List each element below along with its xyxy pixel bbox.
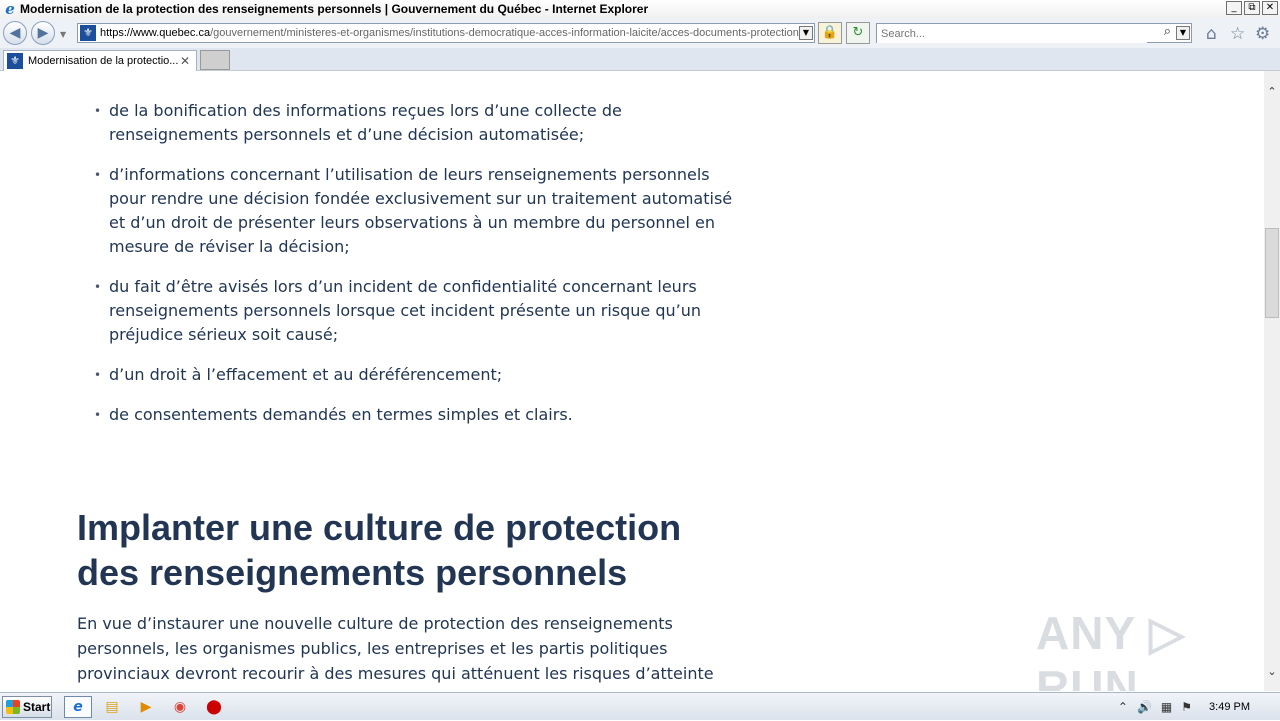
action-center-flag-icon[interactable]: ⚑ xyxy=(1181,700,1192,714)
volume-icon[interactable]: 🔊 xyxy=(1137,700,1152,714)
tray-expand-icon[interactable]: ⌃ xyxy=(1118,700,1128,714)
window-controls: _ ⧉ ✕ xyxy=(1226,1,1278,15)
window-title: Modernisation de la protection des rense… xyxy=(20,2,649,16)
refresh-button[interactable]: ↻ xyxy=(846,22,870,44)
home-icon[interactable]: ⌂ xyxy=(1206,24,1217,44)
url-path: /gouvernement/ministeres-et-organismes/i… xyxy=(210,27,799,39)
scroll-thumb[interactable] xyxy=(1265,228,1279,318)
page-content: de la bonification des informations reçu… xyxy=(0,71,1264,691)
vertical-scrollbar[interactable]: ⌃ ⌄ xyxy=(1264,71,1280,691)
close-window-button[interactable]: ✕ xyxy=(1262,1,1278,15)
ie-logo-icon: e xyxy=(5,0,15,18)
tools-gear-icon[interactable]: ⚙ xyxy=(1255,24,1270,44)
minimize-button[interactable]: _ xyxy=(1226,1,1242,15)
anyrun-watermark: ANY ▷ RUN xyxy=(1036,607,1186,691)
tab-active[interactable]: ⚜ Modernisation de la protectio... ✕ xyxy=(3,50,197,71)
list-item: d’un droit à l’effacement et au déréfére… xyxy=(94,363,734,387)
search-icon[interactable]: ⌕ xyxy=(1164,24,1171,39)
search-box[interactable]: ⌕ ▼ xyxy=(876,23,1192,43)
tab-bar: ⚜ Modernisation de la protectio... ✕ xyxy=(0,48,1280,71)
taskbar-explorer-icon[interactable]: ▤ xyxy=(98,696,126,718)
security-lock-button[interactable]: 🔒 xyxy=(818,22,842,44)
forward-button[interactable]: ▶ xyxy=(31,21,55,45)
start-label: Start xyxy=(23,700,51,714)
list-item: de consentements demandés en termes simp… xyxy=(94,403,734,427)
tab-label: Modernisation de la protectio... xyxy=(28,55,178,67)
refresh-icon: ↻ xyxy=(852,25,864,40)
new-tab-button[interactable] xyxy=(200,50,230,70)
taskbar-opera-icon[interactable]: ⬤ xyxy=(200,696,228,718)
taskbar-media-player-icon[interactable]: ▶ xyxy=(132,696,160,718)
list-item: d’informations concernant l’utilisation … xyxy=(94,163,734,259)
scroll-up-icon[interactable]: ⌃ xyxy=(1264,83,1280,100)
navigation-bar: ◀ ▶ ▼ ⚜ https://www.quebec.ca/gouverneme… xyxy=(0,18,1280,48)
search-input[interactable] xyxy=(877,25,1147,43)
taskbar-chrome-icon[interactable]: ◉ xyxy=(166,696,194,718)
lock-icon: 🔒 xyxy=(821,25,839,40)
favorites-icon[interactable]: ☆ xyxy=(1230,24,1245,44)
network-icon[interactable]: ▦ xyxy=(1161,700,1172,714)
list-item: du fait d’être avisés lors d’un incident… xyxy=(94,275,734,347)
url-text[interactable]: https://www.quebec.ca/gouvernement/minis… xyxy=(100,27,799,39)
clock[interactable]: 3:49 PM xyxy=(1209,701,1250,713)
forward-arrow-icon: ▶ xyxy=(37,25,49,41)
site-favicon-icon: ⚜ xyxy=(80,25,96,41)
back-arrow-icon: ◀ xyxy=(9,25,21,41)
windows-logo-icon xyxy=(6,700,20,714)
section-paragraph: En vue d’instaurer une nouvelle culture … xyxy=(77,614,714,691)
window-titlebar: e Modernisation de la protection des ren… xyxy=(0,0,1280,18)
taskbar-ie-icon[interactable]: e xyxy=(64,696,92,718)
taskbar: Start e ▤ ▶ ◉ ⬤ ⌃ 🔊 ▦ ⚑ 3:49 PM xyxy=(0,692,1280,720)
start-button[interactable]: Start xyxy=(2,696,52,718)
bullet-list: de la bonification des informations reçu… xyxy=(94,99,734,443)
scroll-down-icon[interactable]: ⌄ xyxy=(1264,663,1280,680)
address-bar[interactable]: ⚜ https://www.quebec.ca/gouvernement/min… xyxy=(77,23,815,43)
back-button[interactable]: ◀ xyxy=(3,21,27,45)
tab-favicon-icon: ⚜ xyxy=(7,53,23,69)
url-host: https://www.quebec.ca xyxy=(100,27,211,39)
system-tray: ⌃ 🔊 ▦ ⚑ 3:49 PM xyxy=(1118,693,1280,721)
address-dropdown-button[interactable]: ▼ xyxy=(799,26,813,40)
search-dropdown-button[interactable]: ▼ xyxy=(1176,26,1190,40)
section-heading: Implanter une culture de protection des … xyxy=(77,507,682,593)
history-dropdown-icon[interactable]: ▼ xyxy=(60,30,66,39)
restore-button[interactable]: ⧉ xyxy=(1244,1,1260,15)
list-item: de la bonification des informations reçu… xyxy=(94,99,734,147)
tab-close-icon[interactable]: ✕ xyxy=(180,54,190,68)
